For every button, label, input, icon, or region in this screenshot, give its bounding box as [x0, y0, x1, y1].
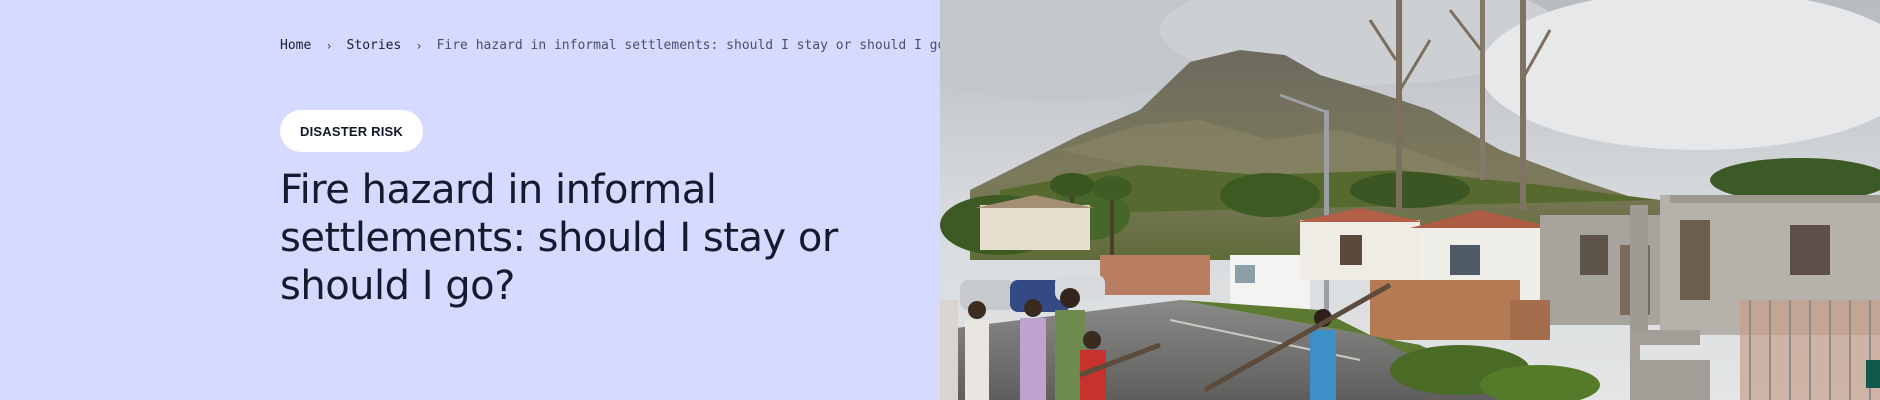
- page-title: Fire hazard in informal settlements: sho…: [280, 167, 838, 309]
- hero-section: Home › Stories › Fire hazard in informal…: [0, 0, 1880, 400]
- corner-badge: [1866, 360, 1880, 388]
- breadcrumb-current-page: Fire hazard in informal settlements: sho…: [436, 38, 954, 53]
- chevron-right-icon: ›: [415, 38, 423, 53]
- chevron-right-icon: ›: [325, 38, 333, 53]
- breadcrumb-home-link[interactable]: Home: [280, 38, 311, 53]
- hero-image: [940, 0, 1880, 400]
- category-tag[interactable]: DISASTER RISK: [280, 110, 424, 152]
- hero-photo: [940, 0, 1880, 400]
- breadcrumb: Home › Stories › Fire hazard in informal…: [280, 38, 953, 53]
- hero-text-panel: Home › Stories › Fire hazard in informal…: [0, 0, 953, 400]
- breadcrumb-stories-link[interactable]: Stories: [347, 38, 402, 53]
